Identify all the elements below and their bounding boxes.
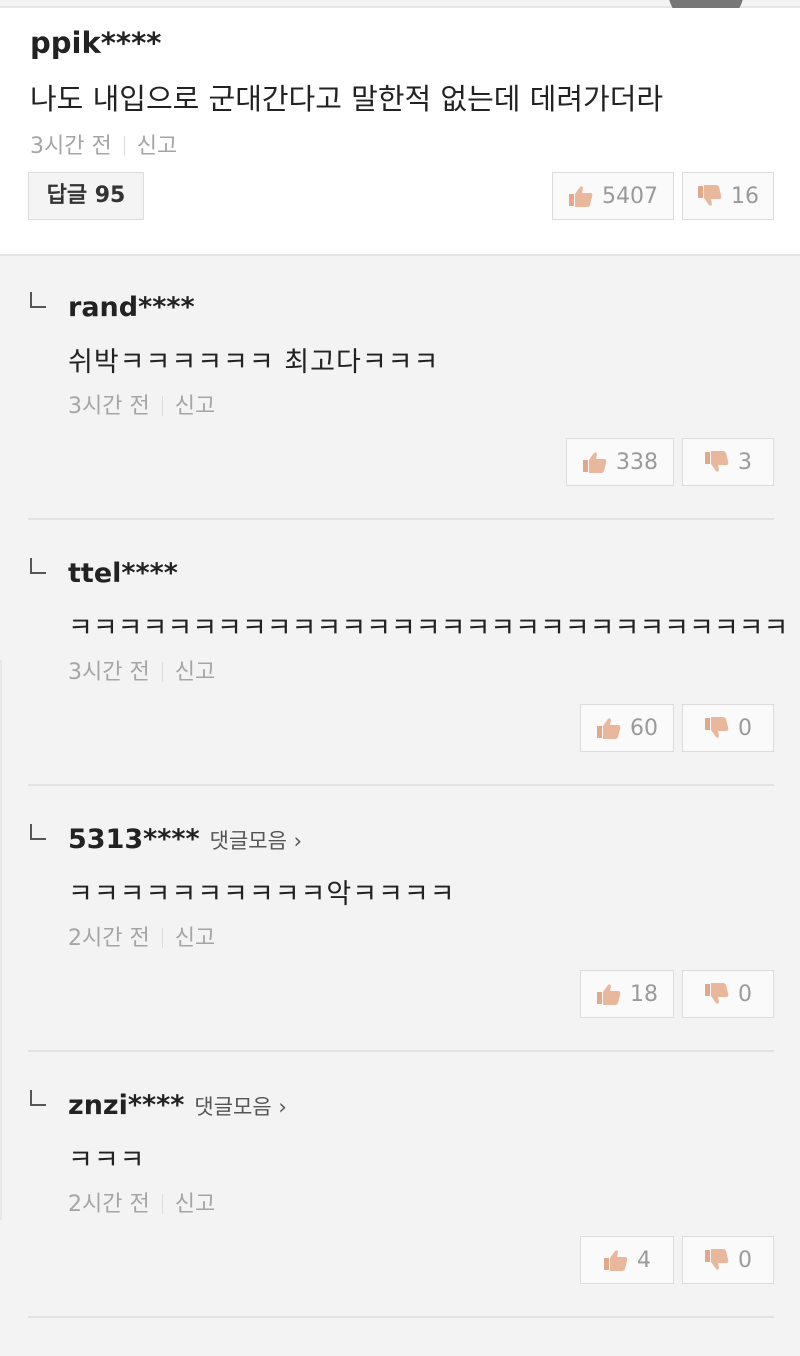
thumbs-down-icon — [698, 185, 722, 206]
dislike-count: 3 — [738, 449, 752, 475]
thumbs-down-icon — [705, 983, 729, 1004]
thumbs-up-icon — [597, 718, 621, 739]
thumbs-down-icon — [705, 717, 729, 738]
like-button[interactable]: 18 — [580, 970, 674, 1018]
reply-username: ttel**** — [68, 558, 178, 589]
reply-time: 3시간 전 — [68, 660, 150, 685]
reply-meta: 2시간 전 신고 — [68, 1186, 215, 1218]
like-count: 5407 — [602, 183, 658, 209]
like-count: 18 — [630, 981, 658, 1007]
reply-username: znzi**** 댓글모음 › — [68, 1090, 287, 1121]
meta-divider — [161, 662, 163, 682]
report-link[interactable]: 신고 — [175, 926, 215, 951]
comment-time: 3시간 전 — [30, 134, 112, 159]
dislike-button[interactable]: 0 — [682, 1236, 774, 1284]
thumbs-up-icon — [583, 452, 607, 473]
reply-meta: 3시간 전 신고 — [68, 654, 215, 686]
thumbs-down-icon — [705, 451, 729, 472]
dislike-count: 0 — [738, 981, 752, 1007]
reply-username-text[interactable]: rand**** — [68, 292, 195, 323]
thumbs-up-icon — [604, 1250, 628, 1271]
comment-username[interactable]: ppik**** — [30, 26, 161, 60]
thumbs-up-icon — [569, 186, 593, 207]
main-comment: ppik**** 나도 내입으로 군대간다고 말한적 없는데 데려가더라 3시간… — [0, 8, 800, 256]
meta-divider — [123, 136, 125, 156]
reply-corner-icon — [30, 824, 46, 840]
comment-collection-link[interactable]: 댓글모음 › — [210, 829, 302, 853]
comment-text: 나도 내입으로 군대간다고 말한적 없는데 데려가더라 — [30, 82, 664, 116]
reply-username-text[interactable]: znzi**** — [68, 1090, 184, 1121]
like-count: 60 — [630, 715, 658, 741]
reply-text: 쉬박ㅋㅋㅋㅋㅋㅋ 최고다ㅋㅋㅋ — [68, 347, 440, 378]
reply-text: ㅋㅋㅋㅋㅋㅋㅋㅋㅋㅋㅋㅋㅋㅋㅋㅋㅋㅋㅋㅋㅋㅋㅋㅋㅋㅋㅋㅋㅋ — [68, 613, 789, 644]
dislike-count: 16 — [731, 183, 759, 209]
dislike-button[interactable]: 3 — [682, 438, 774, 486]
report-link[interactable]: 신고 — [175, 394, 215, 419]
like-count: 4 — [637, 1247, 651, 1273]
reply-meta: 3시간 전 신고 — [68, 388, 215, 420]
reply-count-button[interactable]: 답글 95 — [28, 172, 144, 220]
dislike-button[interactable]: 16 — [682, 172, 774, 220]
reply-corner-icon — [30, 1090, 46, 1106]
reply-time: 3시간 전 — [68, 394, 150, 419]
report-link[interactable]: 신고 — [175, 1192, 215, 1217]
reply-username: 5313**** 댓글모음 › — [68, 824, 302, 855]
reply-divider — [28, 784, 774, 786]
dislike-button[interactable]: 0 — [682, 704, 774, 752]
dislike-count: 0 — [738, 1247, 752, 1273]
thumbs-up-icon — [597, 984, 621, 1005]
meta-divider — [161, 928, 163, 948]
reply-username: rand**** — [68, 292, 195, 323]
reply-corner-icon — [30, 558, 46, 574]
meta-divider — [161, 1194, 163, 1214]
reply-text: ㅋㅋㅋㅋㅋㅋㅋㅋㅋㅋ악ㅋㅋㅋㅋ — [68, 879, 456, 910]
reply-username-text[interactable]: ttel**** — [68, 558, 178, 589]
report-link[interactable]: 신고 — [175, 660, 215, 685]
like-button[interactable]: 4 — [580, 1236, 674, 1284]
dislike-count: 0 — [738, 715, 752, 741]
reply-meta: 2시간 전 신고 — [68, 920, 215, 952]
dislike-button[interactable]: 0 — [682, 970, 774, 1018]
reply-divider — [28, 1050, 774, 1052]
reply-time: 2시간 전 — [68, 926, 150, 951]
reply-divider — [28, 518, 774, 520]
reply-divider — [28, 1316, 774, 1318]
like-button[interactable]: 60 — [580, 704, 674, 752]
like-button[interactable]: 5407 — [552, 172, 674, 220]
reply-text: ㅋㅋㅋ — [68, 1145, 146, 1176]
like-button[interactable]: 338 — [566, 438, 674, 486]
reply-time: 2시간 전 — [68, 1192, 150, 1217]
reply-username-text[interactable]: 5313**** — [68, 824, 200, 855]
reply-corner-icon — [30, 292, 46, 308]
meta-divider — [161, 396, 163, 416]
comment-meta: 3시간 전 신고 — [30, 128, 177, 160]
like-count: 338 — [616, 449, 658, 475]
report-link[interactable]: 신고 — [137, 134, 177, 159]
thumbs-down-icon — [705, 1249, 729, 1270]
comment-collection-link[interactable]: 댓글모음 › — [194, 1095, 286, 1119]
